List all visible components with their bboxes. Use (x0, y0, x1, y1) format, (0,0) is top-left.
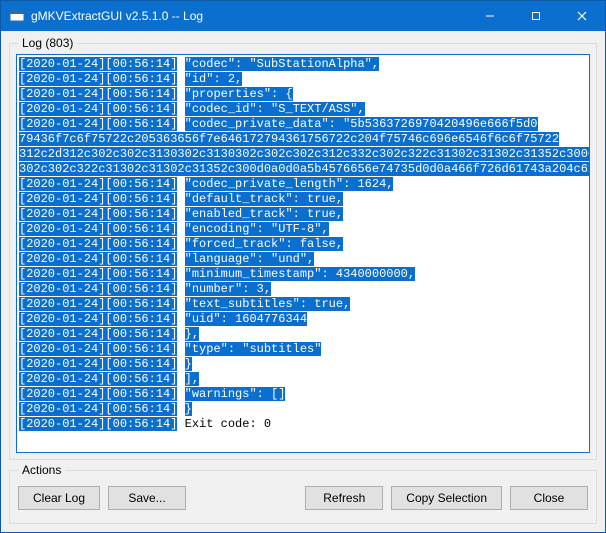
log-line: [2020-01-24][00:56:14] Exit code: 0 (19, 417, 587, 432)
log-line: [2020-01-24][00:56:14] "forced_track": f… (19, 237, 587, 252)
app-icon (9, 8, 25, 24)
log-line: [2020-01-24][00:56:14] "codec": "SubStat… (19, 57, 587, 72)
titlebar[interactable]: gMKVExtractGUI v2.5.1.0 -- Log (1, 1, 605, 31)
log-line: [2020-01-24][00:56:14] "text_subtitles":… (19, 297, 587, 312)
log-line: 302c302c322c31302c31302c31352c300d0a0d0a… (19, 162, 587, 177)
log-group: Log (803) [2020-01-24][00:56:14] "codec"… (9, 43, 597, 460)
actions-group-label: Actions (18, 463, 65, 477)
log-line: [2020-01-24][00:56:14] "encoding": "UTF-… (19, 222, 587, 237)
log-line: [2020-01-24][00:56:14] "codec_private_da… (19, 117, 587, 132)
log-line: [2020-01-24][00:56:14] "language": "und"… (19, 252, 587, 267)
log-line: [2020-01-24][00:56:14] "enabled_track": … (19, 207, 587, 222)
maximize-button[interactable] (513, 1, 559, 31)
clear-log-button[interactable]: Clear Log (18, 486, 100, 510)
log-line: [2020-01-24][00:56:14] "minimum_timestam… (19, 267, 587, 282)
copy-selection-button[interactable]: Copy Selection (391, 486, 502, 510)
app-window: gMKVExtractGUI v2.5.1.0 -- Log Log (803)… (0, 0, 606, 533)
log-line: [2020-01-24][00:56:14] ], (19, 372, 587, 387)
log-line: [2020-01-24][00:56:14] } (19, 402, 587, 417)
log-line: 79436f7c6f75722c205363656f7e646172794361… (19, 132, 587, 147)
log-line: [2020-01-24][00:56:14] "codec_private_le… (19, 177, 587, 192)
close-window-button[interactable] (559, 1, 605, 31)
log-line: [2020-01-24][00:56:14] "codec_id": "S_TE… (19, 102, 587, 117)
log-line: [2020-01-24][00:56:14] "number": 3, (19, 282, 587, 297)
log-line: [2020-01-24][00:56:14] }, (19, 327, 587, 342)
actions-row: Clear Log Save... Refresh Copy Selection… (10, 471, 596, 523)
refresh-button[interactable]: Refresh (305, 486, 383, 510)
client-area: Log (803) [2020-01-24][00:56:14] "codec"… (1, 31, 605, 532)
log-line: [2020-01-24][00:56:14] "uid": 1604776344 (19, 312, 587, 327)
log-line: [2020-01-24][00:56:14] } (19, 357, 587, 372)
log-line: [2020-01-24][00:56:14] "properties": { (19, 87, 587, 102)
log-line: [2020-01-24][00:56:14] "warnings": [] (19, 387, 587, 402)
log-container: [2020-01-24][00:56:14] "codec": "SubStat… (16, 54, 590, 453)
log-group-label: Log (803) (18, 36, 77, 50)
minimize-button[interactable] (467, 1, 513, 31)
log-line: 312c2d312c302c302c3130302c3130302c302c30… (19, 147, 587, 162)
actions-group: Actions Clear Log Save... Refresh Copy S… (9, 470, 597, 524)
close-button[interactable]: Close (510, 486, 588, 510)
log-textarea[interactable]: [2020-01-24][00:56:14] "codec": "SubStat… (17, 55, 589, 452)
window-controls (467, 1, 605, 31)
log-line: [2020-01-24][00:56:14] "default_track": … (19, 192, 587, 207)
save-button[interactable]: Save... (108, 486, 186, 510)
window-title: gMKVExtractGUI v2.5.1.0 -- Log (31, 9, 467, 23)
log-line: [2020-01-24][00:56:14] "type": "subtitle… (19, 342, 587, 357)
log-line: [2020-01-24][00:56:14] "id": 2, (19, 72, 587, 87)
